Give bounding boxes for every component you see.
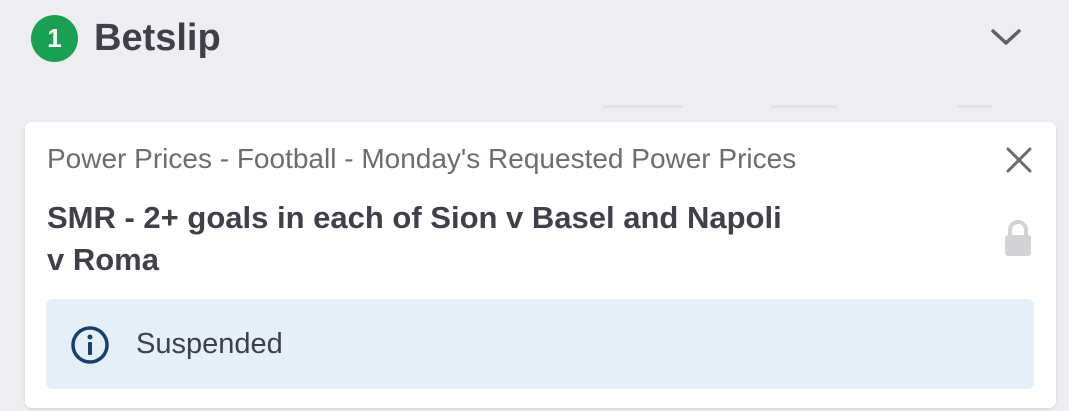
collapse-button[interactable]	[984, 18, 1028, 58]
betslip-title: Betslip	[94, 17, 221, 59]
suspended-notice: Suspended	[46, 299, 1034, 389]
bet-selection-card: Power Prices - Football - Monday's Reque…	[25, 122, 1056, 408]
betslip-header[interactable]: 1 Betslip	[0, 0, 1069, 78]
hidden-content-strip	[0, 98, 1069, 108]
info-icon	[71, 326, 109, 364]
status-text: Suspended	[136, 328, 283, 360]
remove-selection-button[interactable]	[999, 142, 1039, 178]
close-icon	[1006, 147, 1032, 173]
market-name: Power Prices - Football - Monday's Reque…	[47, 143, 797, 174]
selection-name: SMR - 2+ goals in each of Sion v Basel a…	[47, 200, 782, 277]
lock-icon	[1005, 220, 1031, 256]
chevron-down-icon	[991, 29, 1021, 45]
selection-count-badge: 1	[31, 15, 78, 62]
